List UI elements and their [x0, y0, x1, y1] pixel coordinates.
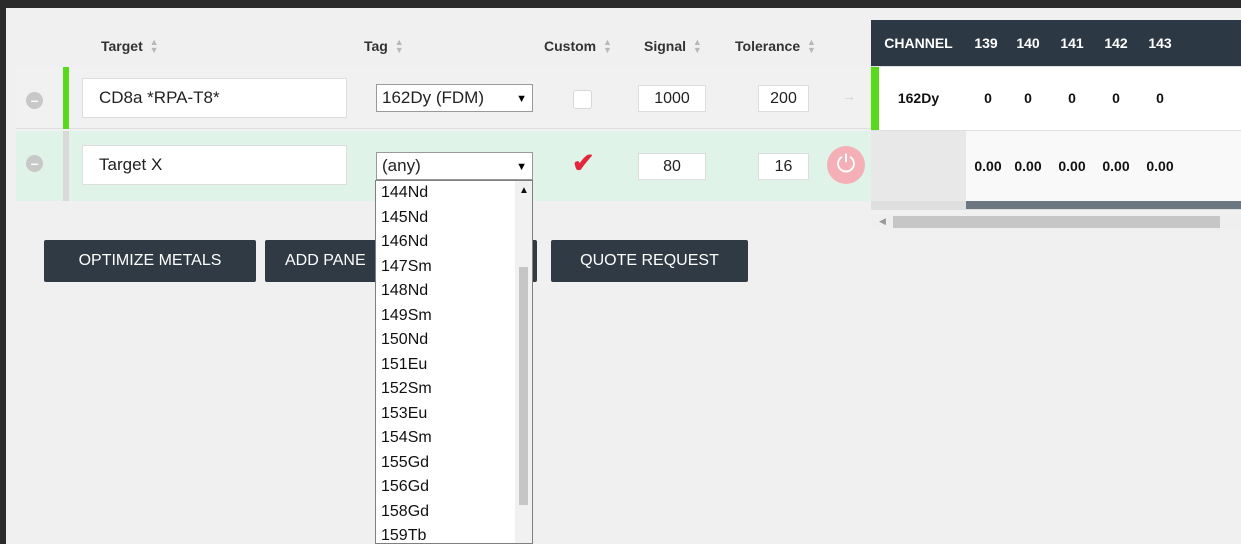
target-name-input[interactable]: CD8a *RPA-T8*	[82, 78, 347, 118]
tolerance-column-header[interactable]: Tolerance ▲ ▼	[735, 30, 816, 62]
channel-table: CHANNEL 139 140 141 142 143 162Dy 0 0 0 …	[871, 20, 1241, 210]
optimize-metals-button[interactable]: OPTIMIZE METALS	[44, 240, 256, 282]
tag-select[interactable]: 162Dy (FDM) ▼	[376, 84, 533, 112]
window-top-border	[6, 0, 1241, 8]
dropdown-scrollbar[interactable]: ▲	[515, 181, 532, 543]
sort-icon: ▲ ▼	[692, 37, 702, 56]
channel-value-cell: 0	[1068, 90, 1076, 106]
arrow-right-icon: →	[842, 88, 856, 104]
channel-value-cell: 0.00	[1102, 158, 1130, 174]
custom-column-label: Custom	[544, 38, 597, 54]
tag-dropdown-list[interactable]: 144Nd 145Nd 146Nd 147Sm 148Nd 149Sm 150N…	[375, 180, 533, 544]
dropdown-option[interactable]: 150Nd	[381, 328, 506, 353]
dropdown-option[interactable]: 146Nd	[381, 230, 506, 255]
dropdown-option[interactable]: 145Nd	[381, 206, 506, 231]
channel-table-footer-strip	[966, 201, 1241, 209]
row-status-accent	[63, 131, 69, 201]
target-name-input[interactable]: Target X	[82, 145, 347, 185]
dropdown-option[interactable]: 155Gd	[381, 451, 506, 476]
dropdown-option[interactable]: 158Gd	[381, 500, 506, 525]
channel-value-cell: 0.00	[974, 158, 1002, 174]
sort-icon: ▲ ▼	[394, 37, 404, 56]
channel-table-header: CHANNEL 139 140 141 142 143	[871, 20, 1241, 66]
chevron-down-icon: ▼	[516, 93, 527, 105]
channel-value-cell: 0	[1156, 90, 1164, 106]
custom-checkbox[interactable]	[573, 90, 592, 109]
sort-icon: ▲ ▼	[149, 37, 159, 56]
tag-select[interactable]: (any) ▼	[376, 152, 533, 180]
chevron-up-icon[interactable]: ▲	[519, 185, 529, 196]
channel-table-horizontal-scrollbar[interactable]: ◀	[871, 214, 1241, 230]
dropdown-option[interactable]: 149Sm	[381, 304, 506, 329]
custom-column-header[interactable]: Custom ▲ ▼	[544, 30, 612, 62]
dropdown-scroll-thumb[interactable]	[519, 267, 528, 505]
channel-row: 0.00 0.00 0.00 0.00 0.00	[871, 131, 1241, 201]
tolerance-input[interactable]: 16	[758, 153, 809, 180]
tag-select-value: (any)	[382, 156, 421, 175]
target-column-header[interactable]: Target ▲ ▼	[101, 30, 159, 62]
channel-value-cell: 0	[1024, 90, 1032, 106]
empty-channel-label-cell	[871, 131, 966, 201]
targets-table-header: Target ▲ ▼ Tag ▲ ▼ Custom ▲ ▼ Signal ▲ ▼ Tol…	[16, 30, 871, 62]
channel-row: 162Dy 0 0 0 0 0	[871, 67, 1241, 130]
dropdown-option[interactable]: 151Eu	[381, 353, 506, 378]
channel-header-cell: 142	[1104, 35, 1128, 51]
dropdown-option[interactable]: 156Gd	[381, 475, 506, 500]
tag-column-label: Tag	[364, 38, 388, 54]
channel-value-cell: 0.00	[1146, 158, 1174, 174]
dropdown-option[interactable]: 148Nd	[381, 279, 506, 304]
channel-row-label: 162Dy	[897, 90, 940, 106]
channel-value-cell: 0.00	[1058, 158, 1086, 174]
targets-panel: Target ▲ ▼ Tag ▲ ▼ Custom ▲ ▼ Signal ▲ ▼ Tol…	[16, 20, 871, 201]
row-status-accent	[63, 67, 69, 129]
chevron-left-icon[interactable]: ◀	[879, 216, 886, 227]
tag-select-value: 162Dy (FDM)	[382, 88, 485, 107]
channel-header-cell: 141	[1060, 35, 1084, 51]
remove-icon[interactable]: –	[26, 92, 43, 109]
dropdown-option[interactable]: 154Sm	[381, 426, 506, 451]
signal-column-label: Signal	[644, 38, 687, 54]
channel-header-cell: 143	[1148, 35, 1172, 51]
tolerance-column-label: Tolerance	[735, 38, 801, 54]
dropdown-option[interactable]: 144Nd	[381, 181, 506, 206]
sort-icon: ▲ ▼	[807, 37, 816, 56]
target-row: – CD8a *RPA-T8* 162Dy (FDM) ▼ 1000 200 →	[16, 67, 871, 129]
power-icon[interactable]: ⏻	[827, 146, 865, 184]
dropdown-option[interactable]: 152Sm	[381, 377, 506, 402]
chevron-down-icon: ▼	[516, 161, 527, 173]
channel-value-cell: 0	[1112, 90, 1120, 106]
signal-input[interactable]: 80	[638, 153, 706, 180]
sort-icon: ▲ ▼	[603, 37, 612, 56]
target-column-label: Target	[101, 38, 143, 54]
dropdown-option[interactable]: 147Sm	[381, 255, 506, 280]
dropdown-option[interactable]: 153Eu	[381, 402, 506, 427]
channel-value-cell: 0	[984, 90, 992, 106]
signal-input[interactable]: 1000	[638, 85, 706, 112]
remove-icon[interactable]: –	[26, 155, 43, 172]
tag-options: 144Nd 145Nd 146Nd 147Sm 148Nd 149Sm 150N…	[381, 181, 506, 543]
tag-column-header[interactable]: Tag ▲ ▼	[364, 30, 404, 62]
app-window: Target ▲ ▼ Tag ▲ ▼ Custom ▲ ▼ Signal ▲ ▼ Tol…	[0, 0, 1241, 544]
channel-header-cell: 139	[974, 35, 998, 51]
channel-header-label: CHANNEL	[884, 35, 953, 51]
signal-column-header[interactable]: Signal ▲ ▼	[644, 30, 702, 62]
checkmark-icon[interactable]: ✔	[572, 150, 595, 177]
tolerance-input[interactable]: 200	[758, 85, 809, 112]
horizontal-scroll-thumb[interactable]	[893, 216, 1220, 228]
quote-request-button[interactable]: QUOTE REQUEST	[551, 240, 748, 282]
dropdown-option[interactable]: 159Tb	[381, 524, 506, 543]
channel-value-cell: 0.00	[1014, 158, 1042, 174]
channel-header-cell: 140	[1016, 35, 1040, 51]
